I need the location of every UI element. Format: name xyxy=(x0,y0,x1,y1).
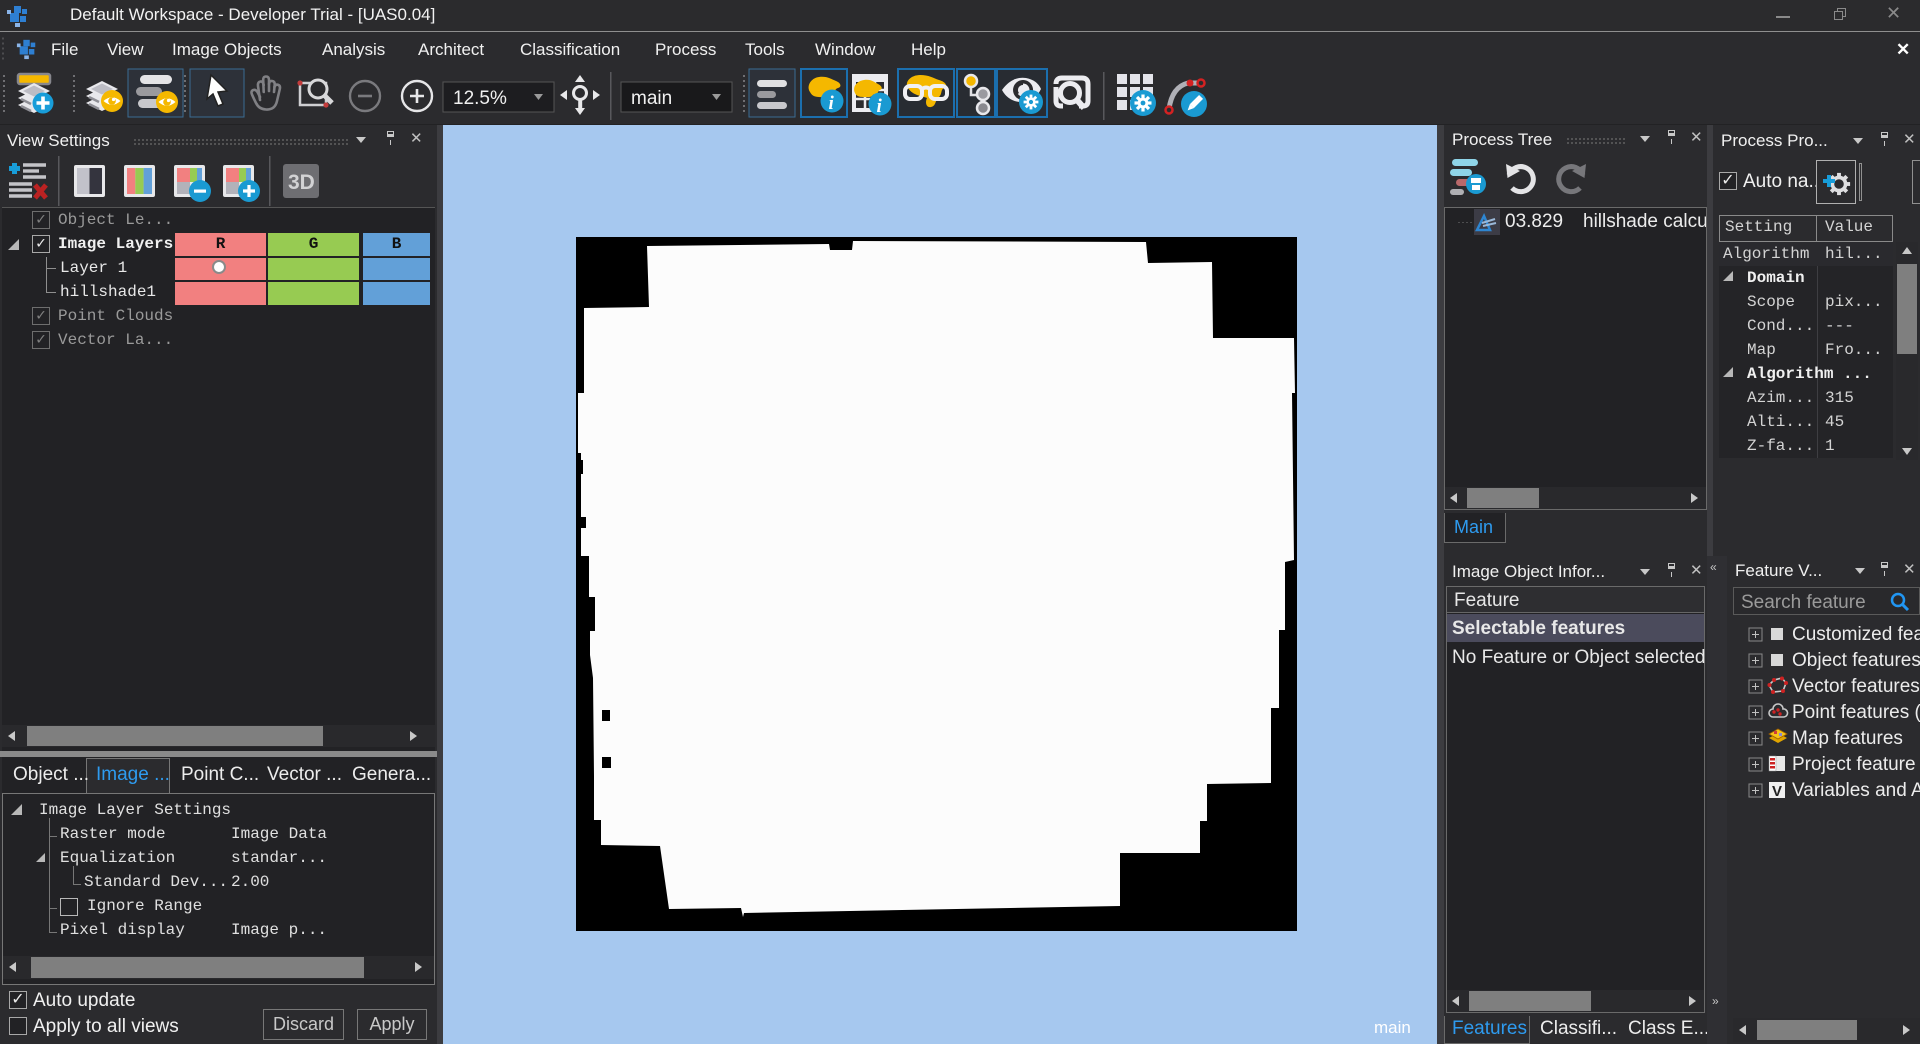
svg-text:V: V xyxy=(1772,783,1782,800)
svg-text:3D: 3D xyxy=(288,171,315,194)
svg-text:i: i xyxy=(877,96,883,117)
svg-text:main: main xyxy=(631,88,672,109)
svg-text:12.5%: 12.5% xyxy=(453,88,507,109)
svg-text:i: i xyxy=(829,93,835,114)
